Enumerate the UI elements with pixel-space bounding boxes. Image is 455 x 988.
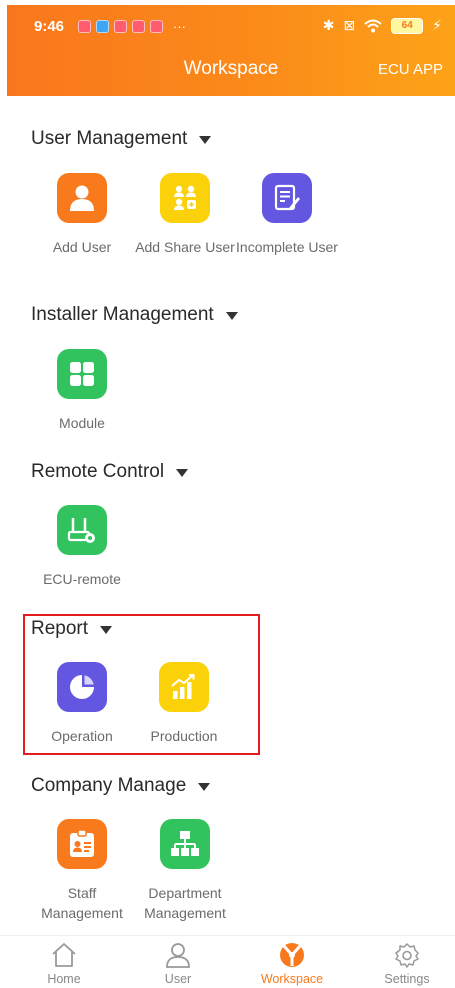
department-management-button[interactable]: Department Management <box>133 819 237 923</box>
bar-chart-icon <box>159 662 209 712</box>
item-label: Module <box>59 415 105 431</box>
item-label: Incomplete User <box>236 239 338 255</box>
section-remote-control-header[interactable]: Remote Control <box>31 461 189 483</box>
nav-label: Workspace <box>260 972 324 986</box>
caret-down-icon <box>176 469 189 477</box>
add-share-user-button[interactable]: Add Share User <box>133 173 237 257</box>
charging-icon: ⚡ <box>432 17 442 33</box>
badge-icon <box>57 819 107 869</box>
group-icon <box>160 173 210 223</box>
section-title: Report <box>31 618 89 639</box>
nav-settings[interactable]: Settings <box>362 940 452 986</box>
router-icon <box>57 505 107 555</box>
section-title: Remote Control <box>31 461 165 482</box>
caret-down-icon <box>100 626 113 634</box>
staff-management-button[interactable]: Staff Management <box>30 819 134 923</box>
notification-icon <box>132 20 145 33</box>
nav-label: Settings <box>384 972 430 986</box>
user-icon <box>133 940 223 970</box>
notification-icons: ··· <box>78 20 186 33</box>
app-header: 9:46 ··· ✱ ⊠ 64 ⚡ Workspace ECU APP <box>7 5 455 96</box>
section-user-management-header[interactable]: User Management <box>31 128 212 150</box>
section-report-header[interactable]: Report <box>31 618 113 640</box>
bottom-nav: Home User Workspace Settings <box>0 935 455 988</box>
add-user-button[interactable]: Add User <box>30 173 134 257</box>
notification-icon <box>150 20 163 33</box>
notification-icon <box>78 20 91 33</box>
gear-icon <box>362 940 452 970</box>
status-time: 9:46 <box>34 18 65 35</box>
item-label: Production <box>150 728 218 744</box>
section-title: Company Manage <box>31 775 187 796</box>
notification-icon <box>114 20 127 33</box>
ecu-app-button[interactable]: ECU APP <box>378 61 443 78</box>
item-label: Add Share User <box>135 239 235 255</box>
battery-icon: 64 <box>391 17 424 34</box>
home-icon <box>19 940 109 970</box>
bluetooth-icon: ✱ <box>322 17 335 33</box>
sim-icon: ⊠ <box>343 17 356 33</box>
ecu-remote-button[interactable]: ECU-remote <box>30 505 134 589</box>
nav-workspace[interactable]: Workspace <box>247 940 337 986</box>
nav-home[interactable]: Home <box>19 940 109 986</box>
item-label: Department Management <box>144 885 226 921</box>
more-notifications-icon: ··· <box>173 19 186 34</box>
nav-label: Home <box>47 972 81 986</box>
edit-document-icon <box>262 173 312 223</box>
caret-down-icon <box>225 312 238 320</box>
item-label: Add User <box>52 239 112 255</box>
item-label: Staff Management <box>41 885 123 921</box>
module-button[interactable]: Module <box>30 349 134 433</box>
org-chart-icon <box>160 819 210 869</box>
person-icon <box>57 173 107 223</box>
nav-label: User <box>164 972 192 986</box>
production-button[interactable]: Production <box>132 662 236 746</box>
section-company-manage-header[interactable]: Company Manage <box>31 775 211 797</box>
pie-chart-icon <box>57 662 107 712</box>
wifi-icon <box>364 19 382 32</box>
grid-icon <box>57 349 107 399</box>
nav-user[interactable]: User <box>133 940 223 986</box>
section-title: User Management <box>31 128 188 149</box>
status-indicators: ✱ ⊠ 64 ⚡ <box>323 17 442 34</box>
workspace-icon <box>247 940 337 970</box>
caret-down-icon <box>199 136 212 144</box>
status-bar: 9:46 ··· ✱ ⊠ 64 ⚡ <box>7 5 455 49</box>
incomplete-user-button[interactable]: Incomplete User <box>235 173 339 257</box>
item-label: Operation <box>51 728 113 744</box>
notification-icon <box>96 20 109 33</box>
operation-button[interactable]: Operation <box>30 662 134 746</box>
section-installer-management-header[interactable]: Installer Management <box>31 304 238 326</box>
caret-down-icon <box>198 783 211 791</box>
item-label: ECU-remote <box>43 571 121 587</box>
section-title: Installer Management <box>31 304 214 325</box>
